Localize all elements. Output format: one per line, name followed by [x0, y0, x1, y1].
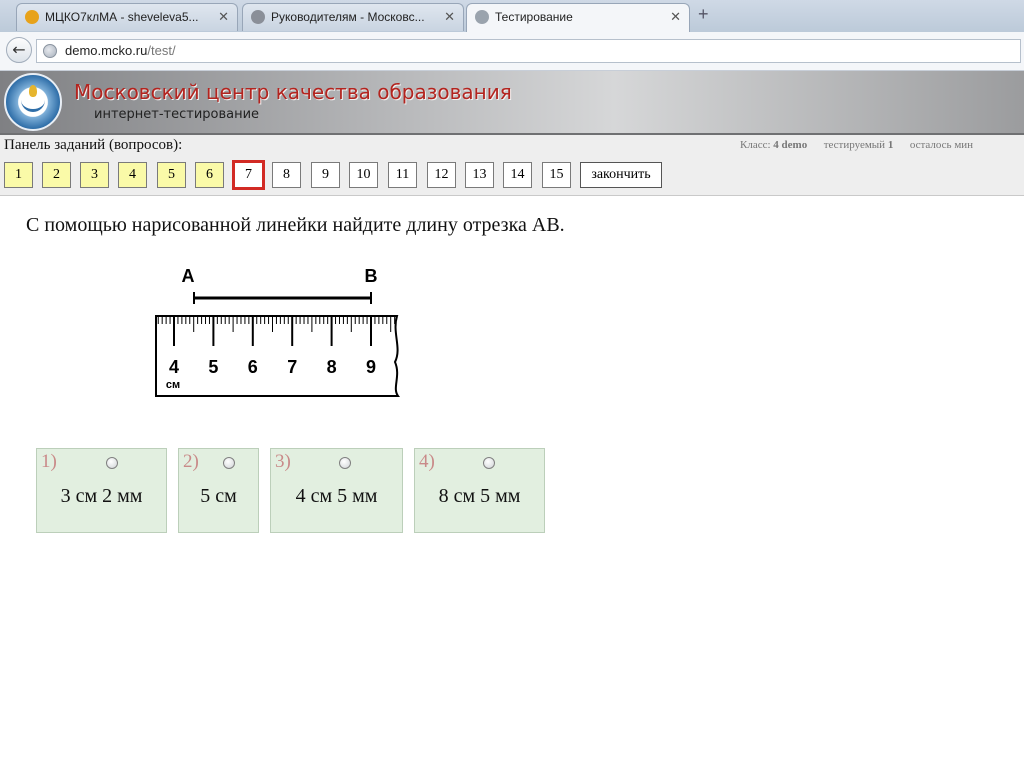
question-button-1[interactable]: 1: [4, 162, 33, 188]
tab-title: МЦКО7клМА - sheveleva5...: [45, 10, 199, 24]
browser-tab-strip: МЦКО7клМА - sheveleva5... ✕ Руководителя…: [0, 0, 1024, 33]
tested-value: 1: [887, 139, 894, 151]
question-button-15[interactable]: 15: [542, 162, 571, 188]
question-button-6[interactable]: 6: [195, 162, 224, 188]
close-icon[interactable]: ✕: [670, 9, 681, 25]
answer-radio[interactable]: [483, 457, 495, 469]
site-favicon-icon: [251, 10, 265, 24]
ruler-unit-label: см: [166, 379, 180, 391]
question-button-5[interactable]: 5: [157, 162, 186, 188]
task-panel: Панель заданий (вопросов): Класс: 4 demo…: [0, 135, 1024, 196]
answer-option-1[interactable]: 1) 3 см 2 мм: [36, 448, 167, 533]
answer-text: 5 см: [200, 485, 237, 507]
ruler-body: [155, 315, 400, 397]
answer-text: 8 см 5 мм: [438, 485, 521, 507]
question-button-12[interactable]: 12: [427, 162, 456, 188]
ruler-number: 8: [327, 357, 337, 377]
site-subtitle: интернет-тестирование: [94, 107, 260, 122]
question-button-2[interactable]: 2: [42, 162, 71, 188]
back-arrow-icon[interactable]: ←: [6, 37, 32, 63]
answer-number: 2): [183, 451, 199, 472]
task-panel-label: Панель заданий (вопросов):: [4, 137, 183, 153]
answer-radio[interactable]: [339, 457, 351, 469]
question-text: С помощью нарисованной линейки найдите д…: [26, 214, 565, 236]
address-bar[interactable]: demo.mcko.ru/test/: [36, 39, 1021, 63]
question-button-11[interactable]: 11: [388, 162, 417, 188]
class-label: Класс:: [740, 139, 771, 151]
point-b-label: B: [365, 266, 378, 286]
answer-number: 1): [41, 451, 57, 472]
test-info: Класс: 4 demo тестируемый 1 осталось мин: [740, 139, 973, 151]
ruler-number: 5: [208, 357, 218, 377]
site-favicon-icon: [25, 10, 39, 24]
globe-icon: [43, 44, 57, 58]
site-header: Московский центр качества образования ин…: [0, 71, 1024, 135]
url-text: demo.mcko.ru/test/: [65, 43, 176, 58]
close-icon[interactable]: ✕: [218, 9, 229, 25]
question-button-14[interactable]: 14: [503, 162, 532, 188]
question-button-8[interactable]: 8: [272, 162, 301, 188]
site-favicon-icon: [475, 10, 489, 24]
answer-text: 4 см 5 мм: [295, 485, 378, 507]
question-button-3[interactable]: 3: [80, 162, 109, 188]
answer-number: 3): [275, 451, 291, 472]
browser-tab-mcko-class[interactable]: МЦКО7клМА - sheveleva5... ✕: [16, 3, 238, 31]
url-host: demo.mcko.ru: [65, 43, 148, 58]
new-tab-plus-icon[interactable]: +: [698, 4, 709, 25]
class-value: 4 demo: [773, 139, 808, 151]
mcko-logo-icon: [4, 73, 62, 131]
ruler-number: 9: [366, 357, 376, 377]
point-a-label: A: [182, 266, 195, 286]
browser-tab-testing[interactable]: Тестирование ✕: [466, 3, 690, 32]
answer-number: 4): [419, 451, 435, 472]
answer-radio[interactable]: [223, 457, 235, 469]
question-button-10[interactable]: 10: [349, 162, 378, 188]
question-button-7[interactable]: 7: [232, 160, 265, 190]
finish-button[interactable]: закончить: [580, 162, 662, 188]
browser-navigation-bar: ← demo.mcko.ru/test/: [0, 32, 1024, 71]
url-path: /test/: [147, 43, 176, 58]
answer-text: 3 см 2 мм: [60, 485, 143, 507]
ruler-number: 4: [169, 357, 179, 377]
answer-radio[interactable]: [106, 457, 118, 469]
ruler-number: 7: [287, 357, 297, 377]
close-icon[interactable]: ✕: [444, 9, 455, 25]
answer-option-2[interactable]: 2) 5 см: [178, 448, 259, 533]
time-remaining-label: осталось мин: [909, 139, 974, 151]
ruler-figure: A B 4 5 6 7 8 9 см: [155, 266, 400, 397]
answer-option-3[interactable]: 3) 4 см 5 мм: [270, 448, 403, 533]
question-button-13[interactable]: 13: [465, 162, 494, 188]
tab-title: Тестирование: [495, 10, 573, 24]
browser-tab-leaders[interactable]: Руководителям - Московс... ✕: [242, 3, 464, 31]
ruler-number: 6: [248, 357, 258, 377]
question-button-9[interactable]: 9: [311, 162, 340, 188]
tested-label: тестируемый: [823, 139, 886, 151]
question-button-4[interactable]: 4: [118, 162, 147, 188]
answer-option-4[interactable]: 4) 8 см 5 мм: [414, 448, 545, 533]
site-title: Московский центр качества образования: [74, 80, 512, 104]
tab-title: Руководителям - Московс...: [271, 10, 425, 24]
